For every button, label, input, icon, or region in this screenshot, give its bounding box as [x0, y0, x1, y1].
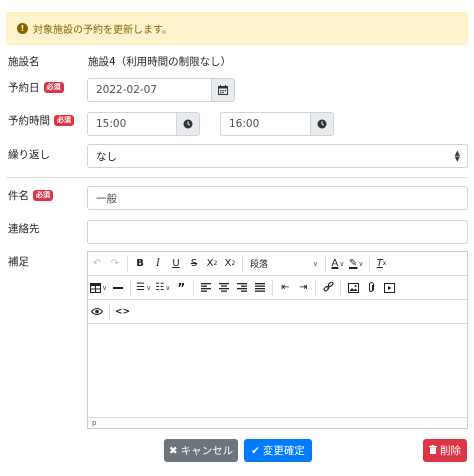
select-arrows-icon: ▲ ▼ [454, 149, 460, 163]
undo-icon[interactable]: ↶ [88, 254, 106, 274]
notes-label: 補足 [8, 256, 29, 268]
outdent-icon[interactable]: ⇤ [276, 278, 294, 298]
cancel-button[interactable]: ✖ キャンセル [164, 439, 238, 462]
subject-label-row: 件名 必須 [8, 188, 53, 203]
clear-formatting-icon[interactable]: Tx [373, 254, 391, 274]
date-label: 予約日 [8, 82, 40, 94]
toolbar-divider [368, 255, 370, 272]
section-divider [6, 177, 468, 178]
delete-button-label: 削除 [440, 445, 461, 457]
block-format-value: 段落 [250, 260, 269, 270]
indent-icon[interactable]: ⇥ [294, 278, 312, 298]
align-justify-icon[interactable] [251, 278, 269, 298]
clock-icon[interactable] [176, 112, 200, 136]
required-badge: 必須 [33, 190, 53, 201]
link-icon[interactable] [319, 278, 337, 298]
chevron-down-icon: ∨ [312, 259, 318, 268]
table-icon[interactable]: ∨ [88, 278, 109, 298]
align-center-icon[interactable] [215, 278, 233, 298]
video-icon[interactable] [380, 278, 398, 298]
superscript-icon[interactable]: X2 [221, 254, 239, 274]
repeat-select-value: なし [96, 150, 117, 163]
exclamation-circle-icon: ! [17, 23, 28, 34]
rich-text-editor: ↶ ↷ B I U S X2 X2 段落 ∨ A ∨ ✎ ∨ Tx ∨ ☰ ∨ ☷ ∨ … [87, 251, 468, 429]
required-badge: 必須 [54, 115, 74, 126]
toolbar-divider [193, 279, 195, 296]
time-label: 予約時間 [8, 115, 50, 127]
close-icon: ✖ [168, 444, 178, 457]
confirm-button-label: 変更確定 [262, 445, 305, 457]
toolbar-divider [315, 279, 317, 296]
editor-toolbar-row-2: ∨ ☰ ∨ ☷ ∨ ” ⇤ ⇥ [88, 276, 467, 300]
facility-value: 施設4（利用時間の制限なし） [88, 56, 232, 68]
start-time-input[interactable]: 15:00 [87, 112, 177, 136]
highlight-color-icon[interactable]: ✎ ∨ [347, 254, 366, 274]
check-icon: ✔ [251, 444, 260, 457]
editor-content-area[interactable] [88, 324, 467, 417]
block-format-dropdown[interactable]: 段落 ∨ [246, 254, 322, 274]
editor-toolbar-row-1: ↶ ↷ B I U S X2 X2 段落 ∨ A ∨ ✎ ∨ Tx [88, 252, 467, 276]
subject-input[interactable]: 一般 [87, 186, 468, 210]
source-code-icon[interactable]: <> [113, 302, 132, 322]
confirm-button[interactable]: ✔ 変更確定 [244, 439, 312, 462]
image-icon[interactable] [344, 278, 362, 298]
end-time-input[interactable]: 16:00 [220, 112, 311, 136]
bullet-list-icon[interactable]: ☰ ∨ [134, 278, 153, 298]
time-label-row: 予約時間 必須 [8, 113, 74, 128]
alert-text: 対象施設の予約を更新します。 [33, 25, 172, 36]
toolbar-divider [127, 255, 128, 272]
underline-icon[interactable]: U [167, 254, 185, 274]
strikethrough-icon[interactable]: S [185, 254, 203, 274]
blockquote-icon[interactable]: ” [172, 278, 190, 298]
toolbar-divider [130, 279, 132, 296]
horizontal-line-icon[interactable] [109, 278, 127, 298]
preview-eye-icon[interactable] [88, 302, 106, 322]
redo-icon[interactable]: ↷ [106, 254, 124, 274]
numbered-list-icon[interactable]: ☷ ∨ [153, 278, 172, 298]
trash-icon [429, 444, 437, 457]
toolbar-divider [272, 279, 274, 296]
subscript-icon[interactable]: X2 [203, 254, 221, 274]
info-alert: ! 対象施設の予約を更新します。 [6, 12, 468, 45]
align-right-icon[interactable] [233, 278, 251, 298]
date-input[interactable]: 2022-02-07 [87, 78, 212, 102]
repeat-label: 繰り返し [8, 149, 50, 161]
date-label-row: 予約日 必須 [8, 80, 64, 95]
editor-status-bar: p [88, 417, 467, 428]
toolbar-divider [340, 279, 342, 296]
delete-button[interactable]: 削除 [423, 439, 467, 462]
toolbar-divider [109, 303, 110, 320]
toolbar-divider [242, 255, 243, 272]
bold-icon[interactable]: B [131, 254, 149, 274]
align-left-icon[interactable] [197, 278, 215, 298]
required-badge: 必須 [43, 82, 64, 93]
contact-input[interactable] [87, 220, 468, 244]
cancel-button-label: キャンセル [180, 445, 234, 457]
editor-toolbar-row-3: <> [88, 300, 467, 324]
calendar-icon[interactable] [211, 78, 235, 102]
facility-label: 施設名 [8, 56, 40, 68]
toolbar-divider [325, 255, 326, 272]
text-color-icon[interactable]: A ∨ [329, 254, 347, 274]
repeat-select[interactable]: なし ▲ ▼ [87, 144, 468, 168]
italic-icon[interactable]: I [149, 254, 167, 274]
contact-label: 連絡先 [8, 223, 40, 235]
attachment-icon[interactable] [362, 278, 380, 298]
subject-label: 件名 [8, 190, 29, 202]
clock-icon[interactable] [310, 112, 334, 136]
